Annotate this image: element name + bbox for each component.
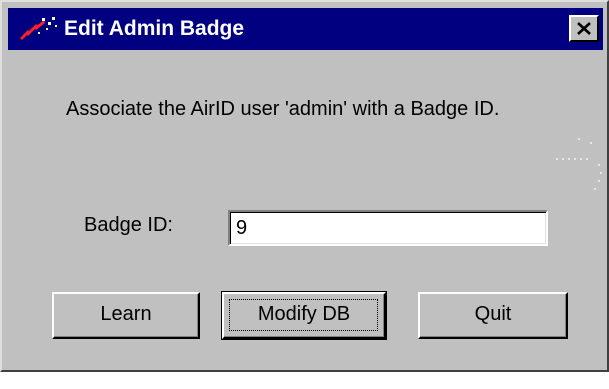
badge-id-input[interactable]	[228, 210, 548, 246]
app-icon	[18, 16, 60, 42]
edit-admin-badge-dialog: Edit Admin Badge Associate the AirID use…	[0, 0, 609, 372]
modify-db-button[interactable]: Modify DB	[221, 291, 387, 340]
learn-button[interactable]: Learn	[52, 292, 200, 339]
modify-db-label: Modify DB	[257, 303, 351, 325]
title-bar: Edit Admin Badge	[8, 8, 603, 50]
quit-button[interactable]: Quit	[418, 292, 568, 339]
instruction-message: Associate the AirID user 'admin' with a …	[66, 98, 500, 120]
badge-id-label: Badge ID:	[84, 214, 173, 236]
close-button[interactable]	[569, 15, 599, 42]
decorative-dots	[556, 138, 602, 190]
window-title: Edit Admin Badge	[64, 17, 245, 40]
close-icon	[577, 22, 591, 35]
